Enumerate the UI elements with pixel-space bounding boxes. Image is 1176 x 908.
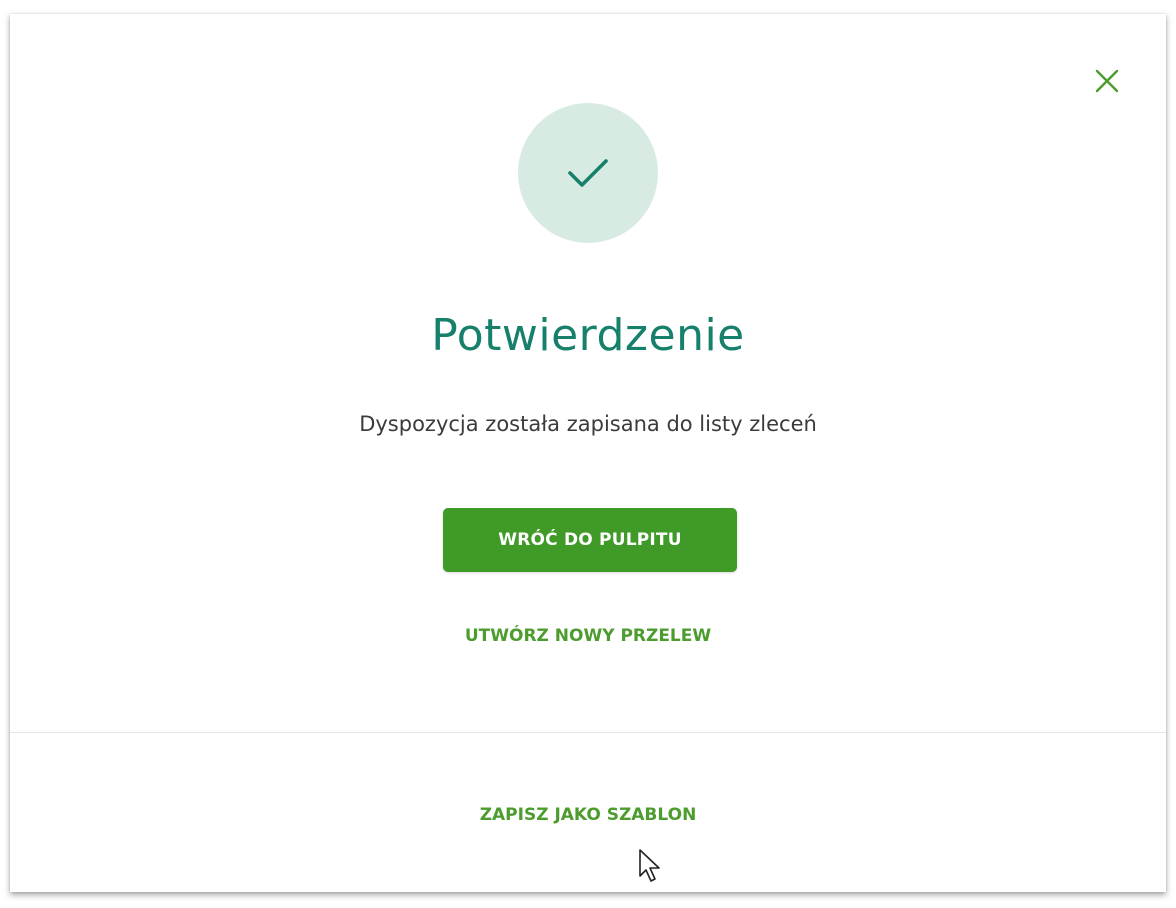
success-badge [518,103,658,243]
divider [10,732,1166,733]
save-as-template-link[interactable]: ZAPISZ JAKO SZABLON [10,805,1166,825]
close-icon [1095,69,1119,93]
mouse-cursor-icon [639,849,660,882]
close-button[interactable] [1090,64,1124,98]
back-to-dashboard-button[interactable]: WRÓĆ DO PULPITU [443,508,737,572]
confirmation-dialog: Potwierdzenie Dyspozycja została zapisan… [10,14,1166,892]
screen: Potwierdzenie Dyspozycja została zapisan… [0,0,1176,908]
create-new-transfer-link[interactable]: UTWÓRZ NOWY PRZELEW [10,626,1166,646]
dialog-title: Potwierdzenie [431,310,745,361]
checkmark-icon [568,159,608,187]
dialog-message: Dyspozycja została zapisana do listy zle… [359,412,817,436]
